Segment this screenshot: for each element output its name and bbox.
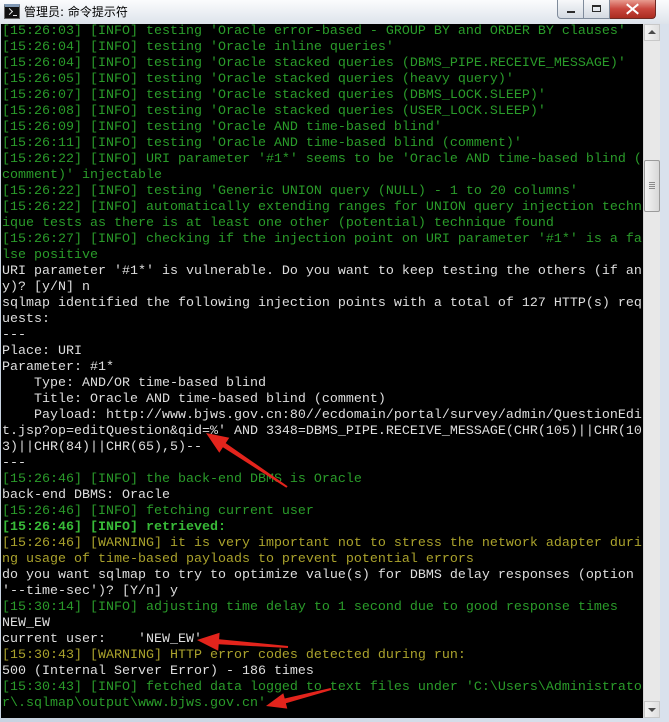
console-line: Place: URI bbox=[2, 344, 82, 359]
console-line: [15:26:46] [INFO] fetching current user bbox=[2, 504, 314, 519]
console-line: Parameter: #1* bbox=[2, 360, 114, 375]
close-button[interactable] bbox=[610, 0, 656, 19]
chevron-up-icon bbox=[648, 30, 656, 34]
console-line: URI parameter '#1*' is vulnerable. Do yo… bbox=[2, 264, 642, 279]
close-icon bbox=[626, 3, 639, 15]
console-line: [15:26:46] [WARNING] it is very importan… bbox=[2, 536, 642, 551]
console-line: '--time-sec')? [Y/n] y bbox=[2, 584, 178, 599]
maximize-icon bbox=[592, 5, 601, 12]
title-bar[interactable]: 管理员: 命令提示符 bbox=[0, 0, 669, 24]
console-line: [15:26:09] [INFO] testing 'Oracle AND ti… bbox=[2, 120, 442, 135]
scrollbar-track[interactable] bbox=[644, 41, 660, 701]
console-line: do you want sqlmap to try to optimize va… bbox=[2, 568, 634, 583]
console-line: [15:30:14] [INFO] adjusting time delay t… bbox=[2, 600, 618, 615]
console-line: Title: Oracle AND time-based blind (comm… bbox=[2, 392, 386, 407]
console-line: ng usage of time-based payloads to preve… bbox=[2, 552, 474, 567]
console-line: NEW_EW bbox=[2, 616, 50, 631]
console-line: r\.sqlmap\output\www.bjws.gov.cn' bbox=[2, 696, 266, 711]
console-line: [15:26:27] [INFO] checking if the inject… bbox=[2, 232, 642, 247]
console-line: back-end DBMS: Oracle bbox=[2, 488, 170, 503]
maximize-button[interactable] bbox=[584, 0, 610, 19]
console-line: [15:26:05] [INFO] testing 'Oracle stacke… bbox=[2, 72, 514, 87]
console-line: [15:26:07] [INFO] testing 'Oracle stacke… bbox=[2, 88, 546, 103]
console-line: 500 (Internal Server Error) - 186 times bbox=[2, 664, 314, 679]
console-line: [15:26:04] [INFO] testing 'Oracle stacke… bbox=[2, 56, 626, 71]
console-line: --- bbox=[2, 456, 26, 471]
scroll-down-button[interactable] bbox=[644, 701, 660, 718]
console-line: sqlmap identified the following injectio… bbox=[2, 296, 642, 311]
chevron-down-icon bbox=[648, 708, 656, 712]
console-line: [15:30:43] [WARNING] HTTP error codes de… bbox=[2, 648, 466, 663]
cmd-icon[interactable] bbox=[4, 4, 20, 19]
console-line: --- bbox=[2, 328, 26, 343]
window-title: 管理员: 命令提示符 bbox=[24, 5, 128, 19]
console-line: ique tests as there is at least one othe… bbox=[2, 216, 554, 231]
minimize-button[interactable] bbox=[557, 0, 584, 19]
console-line: [15:26:04] [INFO] testing 'Oracle inline… bbox=[2, 40, 394, 55]
scrollbar-thumb[interactable] bbox=[644, 160, 660, 212]
console-line: current user: 'NEW_EW' bbox=[2, 632, 202, 647]
console-window: 管理员: 命令提示符 [15:26:03] [INFO] testing 'Or… bbox=[0, 0, 669, 722]
console-line: [15:26:22] [INFO] URI parameter '#1*' se… bbox=[2, 152, 642, 167]
console-line: [15:26:22] [INFO] automatically extendin… bbox=[2, 200, 642, 215]
console-line: [15:26:22] [INFO] testing 'Generic UNION… bbox=[2, 184, 578, 199]
console-line: Type: AND/OR time-based blind bbox=[2, 376, 266, 391]
console-line: Payload: http://www.bjws.gov.cn:80//ecdo… bbox=[2, 408, 642, 423]
console-line: [15:26:08] [INFO] testing 'Oracle stacke… bbox=[2, 104, 546, 119]
console-output[interactable]: [15:26:03] [INFO] testing 'Oracle error-… bbox=[1, 24, 643, 718]
scroll-up-button[interactable] bbox=[644, 24, 660, 41]
console-line: 3)||CHR(84)||CHR(65),5)-- bbox=[2, 440, 202, 455]
console-line: y)? [y/N] n bbox=[2, 280, 90, 295]
console-line: t.jsp?op=editQuestion&qid=%' AND 3348=DB… bbox=[2, 424, 642, 439]
console-line: [15:30:43] [INFO] fetched data logged to… bbox=[2, 680, 642, 695]
console-line: [15:26:46] [INFO] retrieved: bbox=[2, 520, 226, 535]
console-line: comment)' injectable bbox=[2, 168, 162, 183]
console-line: lse positive bbox=[2, 248, 98, 263]
console-line: [15:26:46] [INFO] the back-end DBMS is O… bbox=[2, 472, 362, 487]
console-line: [15:26:11] [INFO] testing 'Oracle AND ti… bbox=[2, 136, 522, 151]
vertical-scrollbar[interactable] bbox=[643, 24, 660, 718]
console-line: [15:26:03] [INFO] testing 'Oracle error-… bbox=[2, 24, 626, 39]
console-line: uests: bbox=[2, 312, 50, 327]
minimize-icon bbox=[567, 11, 575, 13]
